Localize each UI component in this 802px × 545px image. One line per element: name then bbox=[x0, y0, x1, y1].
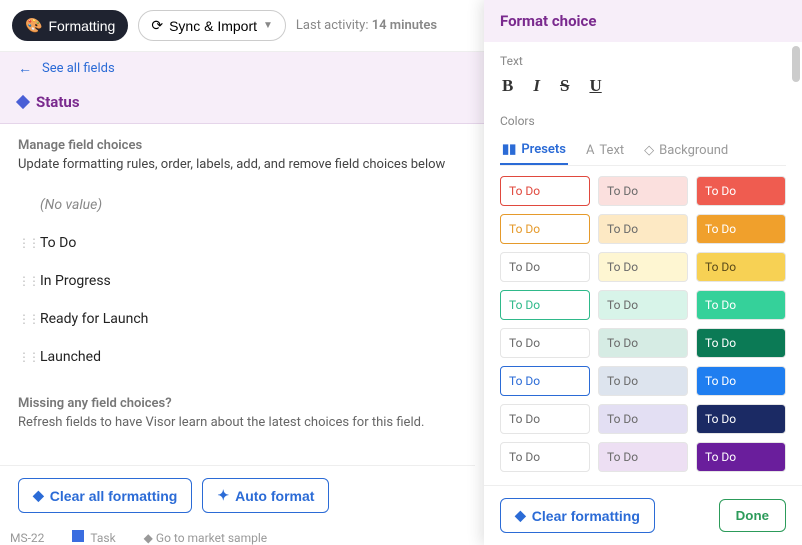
drag-handle-icon[interactable]: ⋮⋮ bbox=[18, 350, 32, 364]
color-preset-swatch[interactable]: To Do bbox=[696, 366, 786, 396]
done-button[interactable]: Done bbox=[719, 499, 786, 532]
swatch-row: To Do To Do To Do bbox=[500, 328, 786, 358]
color-preset-swatch[interactable]: To Do bbox=[500, 404, 590, 434]
color-preset-swatch[interactable]: To Do bbox=[500, 252, 590, 282]
swatch-row: To Do To Do To Do bbox=[500, 404, 786, 434]
color-preset-swatch[interactable]: To Do bbox=[696, 442, 786, 472]
bold-button[interactable]: B bbox=[502, 76, 513, 96]
color-preset-swatch[interactable]: To Do bbox=[696, 404, 786, 434]
sync-label: Sync & Import bbox=[169, 18, 257, 34]
swatch-row: To Do To Do To Do bbox=[500, 252, 786, 282]
auto-format-button[interactable]: ✦ Auto format bbox=[202, 478, 329, 513]
colors-section-label: Colors bbox=[500, 114, 786, 128]
formatting-label: Formatting bbox=[48, 18, 115, 34]
text-color-icon: A bbox=[586, 143, 594, 158]
italic-button[interactable]: I bbox=[533, 76, 540, 96]
color-preset-swatch[interactable]: To Do bbox=[500, 328, 590, 358]
preset-swatch-grid: To DoTo DoTo DoTo DoTo DoTo DoTo DoTo Do… bbox=[500, 176, 786, 472]
presets-icon: ▮▮ bbox=[502, 142, 516, 157]
swatch-row: To Do To Do To Do bbox=[500, 176, 786, 206]
color-preset-swatch[interactable]: To Do bbox=[696, 252, 786, 282]
color-preset-swatch[interactable]: To Do bbox=[598, 290, 688, 320]
color-preset-swatch[interactable]: To Do bbox=[500, 290, 590, 320]
formatting-button[interactable]: 🎨 Formatting bbox=[12, 10, 128, 41]
clear-formatting-button[interactable]: ◆ Clear formatting bbox=[500, 498, 655, 533]
tab-background[interactable]: ◇ Background bbox=[642, 136, 730, 165]
color-preset-swatch[interactable]: To Do bbox=[500, 366, 590, 396]
bottom-actions: ◆ Clear all formatting ✦ Auto format bbox=[0, 465, 475, 525]
drag-handle-icon[interactable]: ⋮⋮ bbox=[18, 274, 32, 288]
sync-import-button[interactable]: ⟳ Sync & Import ▼ bbox=[138, 10, 286, 41]
see-all-fields-link[interactable]: See all fields bbox=[42, 61, 115, 76]
swatch-row: To Do To Do To Do bbox=[500, 290, 786, 320]
scrollbar[interactable] bbox=[792, 46, 800, 82]
diamond-icon: ◆ bbox=[515, 507, 526, 524]
field-title: Status bbox=[36, 93, 80, 111]
back-arrow-icon[interactable]: ← bbox=[18, 60, 32, 77]
color-preset-swatch[interactable]: To Do bbox=[696, 290, 786, 320]
underline-button[interactable]: U bbox=[589, 76, 601, 96]
color-preset-swatch[interactable]: To Do bbox=[598, 404, 688, 434]
color-preset-swatch[interactable]: To Do bbox=[696, 214, 786, 244]
diamond-icon bbox=[16, 95, 30, 109]
color-preset-swatch[interactable]: To Do bbox=[500, 442, 590, 472]
format-choice-panel: Format choice Text B I S U Colors ▮▮ Pre… bbox=[484, 0, 802, 545]
strikethrough-button[interactable]: S bbox=[560, 76, 569, 96]
side-panel-body: Text B I S U Colors ▮▮ Presets A Text ◇ … bbox=[484, 42, 802, 485]
drag-handle-icon[interactable]: ⋮⋮ bbox=[18, 236, 32, 250]
color-preset-swatch[interactable]: To Do bbox=[500, 176, 590, 206]
palette-icon: 🎨 bbox=[25, 17, 42, 34]
chevron-down-icon: ▼ bbox=[263, 20, 273, 31]
tab-presets[interactable]: ▮▮ Presets bbox=[500, 136, 568, 165]
background-row-peek: MS-22 Task ◆ Go to market sample bbox=[10, 530, 267, 545]
side-panel-title: Format choice bbox=[484, 0, 802, 42]
tab-text[interactable]: A Text bbox=[584, 136, 626, 165]
swatch-row: To Do To Do To Do bbox=[500, 442, 786, 472]
drag-handle-icon[interactable]: ⋮⋮ bbox=[18, 312, 32, 326]
swatch-row: To Do To Do To Do bbox=[500, 366, 786, 396]
color-tabs: ▮▮ Presets A Text ◇ Background bbox=[500, 136, 786, 166]
side-panel-footer: ◆ Clear formatting Done bbox=[484, 485, 802, 545]
sync-icon: ⟳ bbox=[151, 17, 163, 34]
last-activity: Last activity: 14 minutes bbox=[296, 18, 437, 33]
clear-all-formatting-button[interactable]: ◆ Clear all formatting bbox=[18, 478, 192, 513]
background-icon: ◇ bbox=[644, 143, 654, 158]
color-preset-swatch[interactable]: To Do bbox=[500, 214, 590, 244]
wand-icon: ✦ bbox=[217, 487, 229, 504]
color-preset-swatch[interactable]: To Do bbox=[598, 442, 688, 472]
text-format-row: B I S U bbox=[500, 76, 786, 96]
diamond-icon: ◆ bbox=[33, 487, 44, 504]
checkbox-icon bbox=[72, 530, 84, 542]
color-preset-swatch[interactable]: To Do bbox=[696, 328, 786, 358]
color-preset-swatch[interactable]: To Do bbox=[598, 176, 688, 206]
swatch-row: To Do To Do To Do bbox=[500, 214, 786, 244]
color-preset-swatch[interactable]: To Do bbox=[598, 328, 688, 358]
color-preset-swatch[interactable]: To Do bbox=[598, 214, 688, 244]
color-preset-swatch[interactable]: To Do bbox=[598, 252, 688, 282]
color-preset-swatch[interactable]: To Do bbox=[598, 366, 688, 396]
color-preset-swatch[interactable]: To Do bbox=[696, 176, 786, 206]
text-section-label: Text bbox=[500, 54, 786, 68]
